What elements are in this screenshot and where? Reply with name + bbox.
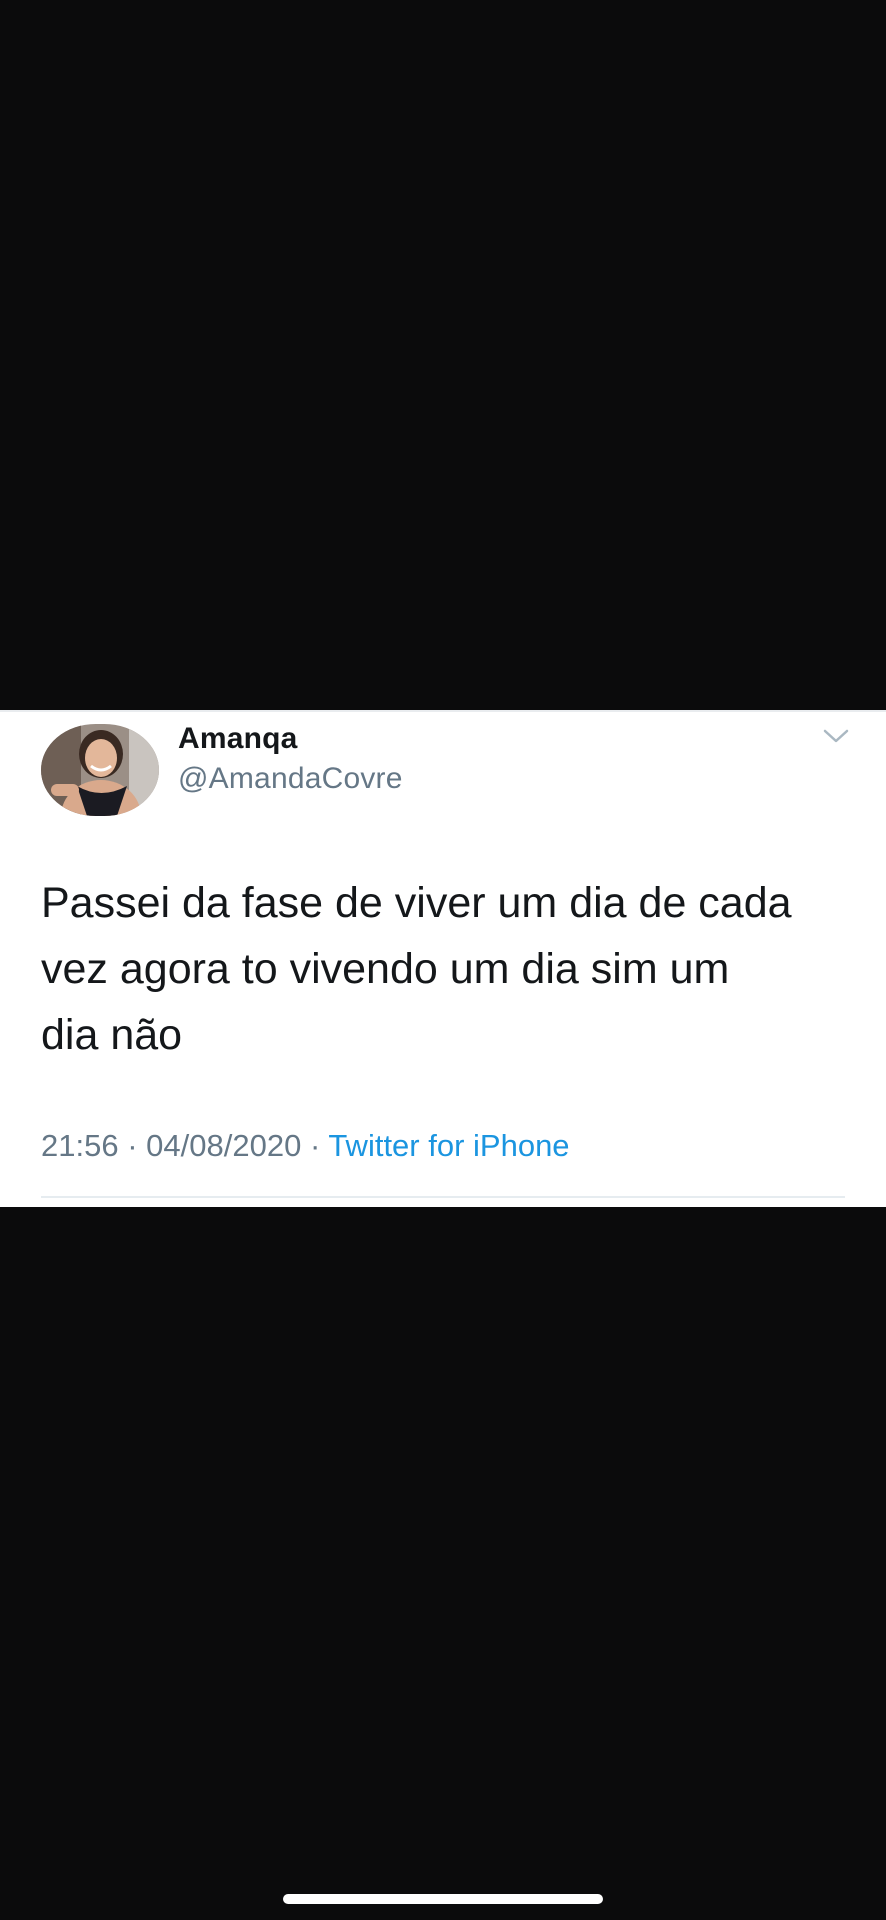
divider bbox=[0, 710, 886, 712]
user-handle[interactable]: @AmandaCovre bbox=[178, 762, 403, 796]
tweet-text-line: Passei da fase de viver um dia de cada bbox=[41, 879, 792, 927]
avatar[interactable] bbox=[41, 724, 159, 816]
tweet-meta: 21:56 · 04/08/2020 · Twitter for iPhone bbox=[41, 1128, 570, 1164]
divider bbox=[41, 1196, 845, 1198]
tweet-text: Passei da fase de viver um dia de cada v… bbox=[41, 870, 861, 1068]
tweet-text-line: vez agora to vivendo um dia sim um bbox=[41, 945, 730, 993]
tweet-source-link[interactable]: Twitter for iPhone bbox=[328, 1128, 569, 1163]
tweet-date[interactable]: 04/08/2020 bbox=[146, 1128, 301, 1163]
profile-photo-icon bbox=[41, 724, 159, 816]
tweet-card: Amanqa @AmandaCovre Passei da fase de vi… bbox=[0, 710, 886, 1207]
screenshot-screen: Amanqa @AmandaCovre Passei da fase de vi… bbox=[0, 0, 886, 1920]
display-name[interactable]: Amanqa bbox=[178, 722, 298, 756]
meta-separator: · bbox=[127, 1128, 138, 1163]
tweet-text-line: dia não bbox=[41, 1011, 183, 1059]
meta-separator: · bbox=[309, 1128, 321, 1163]
tweet-time[interactable]: 21:56 bbox=[41, 1128, 119, 1163]
home-indicator[interactable] bbox=[283, 1894, 603, 1904]
chevron-down-icon[interactable] bbox=[822, 726, 850, 746]
